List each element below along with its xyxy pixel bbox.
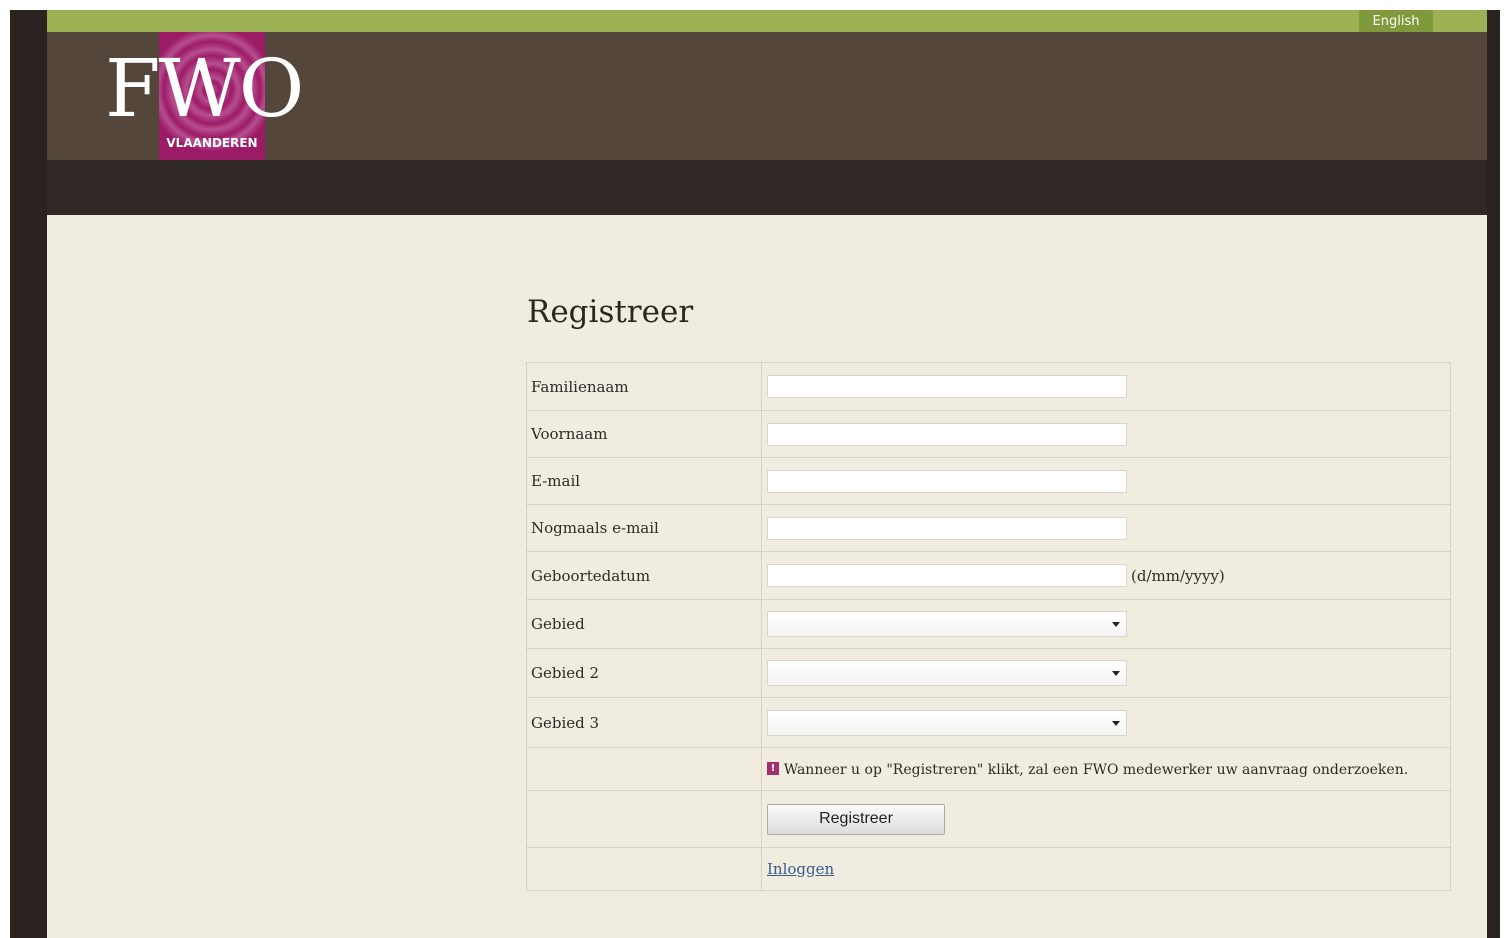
field-label: Geboortedatum (526, 551, 762, 600)
field-label: Voornaam (526, 410, 762, 458)
field-label: E-mail (526, 457, 762, 505)
date-format-hint: (d/mm/yyyy) (1131, 566, 1225, 585)
gebied-2-select[interactable] (767, 660, 1127, 686)
login-link[interactable]: Inloggen (767, 860, 834, 878)
form-row: Geboortedatum (d/mm/yyyy) (526, 551, 1451, 600)
warning-icon: ! (767, 762, 779, 775)
top-bar (47, 10, 1487, 32)
birthdate-input[interactable] (767, 564, 1127, 587)
field-label: Gebied 3 (526, 697, 762, 748)
fwo-logo[interactable]: FWO VLAANDEREN (105, 32, 345, 160)
email-input[interactable] (767, 469, 1127, 493)
chevron-down-icon (1112, 720, 1120, 726)
registration-form: Familienaam Voornaam E-mail Nogmaals e-m… (526, 362, 1451, 891)
logo-letters: FWO (105, 42, 304, 135)
field-label: Familienaam (526, 362, 762, 411)
page-title: Registreer (527, 294, 694, 330)
form-row: Gebied 3 (526, 697, 1451, 748)
field-label: Gebied (526, 599, 762, 649)
frame-left (10, 10, 47, 938)
field-label: Gebied 2 (526, 648, 762, 698)
notice-row: ! Wanneer u op "Registreren" klikt, zal … (526, 747, 1451, 791)
gebied-3-select[interactable] (767, 709, 1127, 736)
nav-bar (47, 160, 1487, 215)
voornaam-input[interactable] (767, 422, 1127, 446)
language-link[interactable]: English (1359, 10, 1433, 32)
submit-row: Registreer (526, 790, 1451, 848)
form-row: Voornaam (526, 410, 1451, 458)
chevron-down-icon (1112, 622, 1120, 627)
notice-text: Wanneer u op "Registreren" klikt, zal ee… (783, 762, 1409, 778)
gebied-select[interactable] (767, 611, 1127, 637)
form-row: Gebied 2 (526, 648, 1451, 698)
email-confirm-input[interactable] (767, 516, 1127, 540)
chevron-down-icon (1112, 671, 1120, 676)
form-row: Familienaam (526, 362, 1451, 411)
register-button[interactable]: Registreer (767, 803, 945, 835)
field-label: Nogmaals e-mail (526, 504, 762, 552)
form-row: Nogmaals e-mail (526, 504, 1451, 552)
frame-right (1487, 10, 1500, 938)
login-row: Inloggen (526, 847, 1451, 891)
familienaam-input[interactable] (767, 375, 1127, 398)
form-row: E-mail (526, 457, 1451, 505)
logo-subtitle: VLAANDEREN (166, 136, 258, 150)
form-row: Gebied (526, 599, 1451, 649)
